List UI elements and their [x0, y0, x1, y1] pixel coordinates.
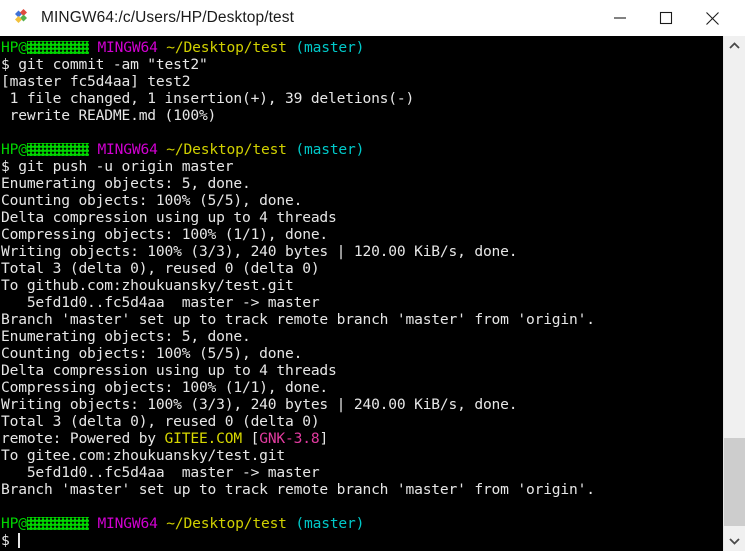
terminal-text: HP@ MINGW64 ~/Desktop/test (master) $ gi… — [0, 36, 723, 551]
prompt-user: HP@ — [1, 39, 27, 56]
command-text: git push -u origin master — [18, 158, 234, 175]
scrollbar-thumb[interactable] — [724, 438, 745, 526]
prompt-sigil: $ — [1, 158, 10, 175]
prompt-line: HP@ MINGW64 ~/Desktop/test (master) — [1, 39, 723, 56]
redacted-hostname — [26, 517, 89, 530]
text-cursor — [17, 533, 20, 548]
output-line: To github.com:zhoukuansky/test.git — [1, 277, 294, 294]
output-line: [master fc5d4aa] test2 — [1, 73, 191, 90]
prompt-branch: (master) — [295, 141, 365, 158]
output-line: Compressing objects: 100% (1/1), done. — [1, 226, 329, 243]
prompt-path: ~/Desktop/test — [166, 39, 287, 56]
output-line: Total 3 (delta 0), reused 0 (delta 0) — [1, 260, 320, 277]
remote-prefix: remote: Powered by — [1, 430, 165, 447]
output-line: rewrite README.md (100%) — [1, 107, 217, 124]
window-title: MINGW64:/c/Users/HP/Desktop/test — [41, 9, 294, 26]
output-line: Delta compression using up to 4 threads — [1, 362, 337, 379]
command-text: git commit -am "test2" — [18, 56, 208, 73]
prompt-line: HP@ MINGW64 ~/Desktop/test (master) — [1, 141, 723, 158]
prompt-sigil: $ — [1, 56, 10, 73]
output-line: Compressing objects: 100% (1/1), done. — [1, 379, 329, 396]
sp — [10, 56, 19, 73]
gitee-version: GNK-3.8 — [259, 430, 320, 447]
prompt-path: ~/Desktop/test — [166, 141, 287, 158]
prompt-shell: MINGW64 — [97, 141, 158, 158]
bracket-open: [ — [242, 430, 260, 447]
command-line: $ git commit -am "test2" — [1, 56, 723, 73]
active-input-line[interactable]: $ — [1, 532, 723, 549]
output-line: 1 file changed, 1 insertion(+), 39 delet… — [1, 90, 415, 107]
bracket-close: ] — [319, 430, 329, 447]
prompt-line: HP@ MINGW64 ~/Desktop/test (master) — [1, 515, 723, 532]
redacted-hostname — [26, 41, 89, 54]
scrollbar-track[interactable] — [724, 56, 745, 531]
scroll-down-arrow-icon[interactable] — [724, 531, 745, 551]
maximize-button[interactable] — [643, 2, 689, 34]
output-line: Enumerating objects: 5, done. — [1, 328, 251, 345]
prompt-shell: MINGW64 — [97, 39, 158, 56]
output-line: Branch 'master' set up to track remote b… — [1, 481, 595, 498]
sp — [158, 515, 167, 532]
output-line: Writing objects: 100% (3/3), 240 bytes |… — [1, 243, 518, 260]
close-button[interactable] — [689, 2, 735, 34]
mingw-diamond-icon — [10, 7, 32, 29]
prompt-sigil: $ — [1, 532, 10, 549]
output-line: To gitee.com:zhoukuansky/test.git — [1, 447, 286, 464]
output-line: 5efd1d0..fc5d4aa master -> master — [1, 294, 320, 311]
terminal-output-area[interactable]: HP@ MINGW64 ~/Desktop/test (master) $ gi… — [0, 36, 745, 551]
redacted-hostname — [26, 143, 89, 156]
prompt-branch: (master) — [295, 39, 365, 56]
output-line: Enumerating objects: 5, done. — [1, 175, 251, 192]
output-line: 5efd1d0..fc5d4aa master -> master — [1, 464, 320, 481]
prompt-user: HP@ — [1, 515, 27, 532]
terminal-window: MINGW64:/c/Users/HP/Desktop/test HP@ MIN… — [0, 0, 745, 551]
minimize-button[interactable] — [597, 2, 643, 34]
prompt-branch: (master) — [295, 515, 365, 532]
scroll-up-arrow-icon[interactable] — [724, 36, 745, 56]
output-line: Delta compression using up to 4 threads — [1, 209, 337, 226]
prompt-user: HP@ — [1, 141, 27, 158]
prompt-shell: MINGW64 — [97, 515, 158, 532]
output-line: Counting objects: 100% (5/5), done. — [1, 345, 303, 362]
output-line: Branch 'master' set up to track remote b… — [1, 311, 595, 328]
output-line: Counting objects: 100% (5/5), done. — [1, 192, 303, 209]
vertical-scrollbar[interactable] — [723, 36, 745, 551]
output-line: Writing objects: 100% (3/3), 240 bytes |… — [1, 396, 518, 413]
title-bar[interactable]: MINGW64:/c/Users/HP/Desktop/test — [0, 0, 745, 37]
command-line: $ git push -u origin master — [1, 158, 723, 175]
gitee-brand: GITEE.COM — [164, 430, 243, 447]
remote-banner-line: remote: Powered by GITEE.COM [GNK-3.8] — [1, 430, 723, 447]
output-line: Total 3 (delta 0), reused 0 (delta 0) — [1, 413, 320, 430]
prompt-path: ~/Desktop/test — [166, 515, 287, 532]
sp — [158, 141, 167, 158]
sp — [10, 158, 19, 175]
